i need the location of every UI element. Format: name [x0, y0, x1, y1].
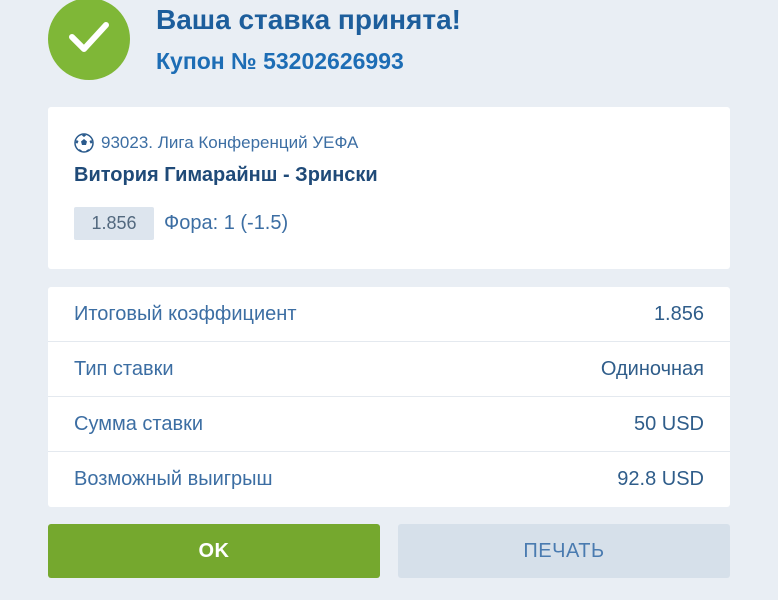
ok-button[interactable]: OK: [48, 524, 380, 578]
odds-row: 1.856 Фора: 1 (-1.5): [74, 207, 288, 240]
summary-value: 92.8 USD: [617, 468, 704, 490]
summary-row-stake: Сумма ставки 50 USD: [48, 397, 730, 452]
summary-value: 50 USD: [633, 412, 704, 435]
summary-row-possible-win: Возможный выигрыш 92.8 USD: [48, 452, 730, 507]
dialog-title: Ваша ставка принята!: [156, 4, 462, 35]
bet-summary: Итоговый коэффициент 1.856 Тип ставки Од…: [48, 287, 730, 507]
print-button[interactable]: ПЕЧАТЬ: [398, 524, 730, 578]
summary-label: Сумма ставки: [74, 412, 204, 435]
bet-type-label: Фора: 1 (-1.5): [164, 212, 289, 234]
soccer-ball-icon: [74, 133, 94, 153]
summary-value: 1.856: [653, 302, 704, 325]
coupon-number: Купон № 53202626993: [156, 48, 404, 74]
bet-accepted-dialog: Ваша ставка принята! Купон № 53202626993…: [0, 0, 778, 600]
league-name: 93023. Лига Конференций УЕФА: [101, 133, 359, 152]
event-card: 93023. Лига Конференций УЕФА Витория Гим…: [48, 107, 730, 269]
odds-badge: 1.856: [74, 207, 154, 240]
summary-row-bet-type: Тип ставки Одиночная: [48, 342, 730, 397]
match-title: Витория Гимарайнш - Зрински: [74, 164, 378, 186]
summary-label: Тип ставки: [74, 357, 174, 380]
league-line: 93023. Лига Конференций УЕФА: [74, 133, 358, 153]
summary-value: Одиночная: [600, 357, 704, 380]
summary-label: Итоговый коэффициент: [74, 302, 297, 325]
dialog-header: Ваша ставка принята! Купон № 53202626993: [48, 0, 748, 90]
summary-label: Возможный выигрыш: [74, 468, 273, 490]
check-icon: [68, 21, 110, 58]
success-badge: [48, 0, 130, 80]
summary-row-total-odds: Итоговый коэффициент 1.856: [48, 287, 730, 342]
